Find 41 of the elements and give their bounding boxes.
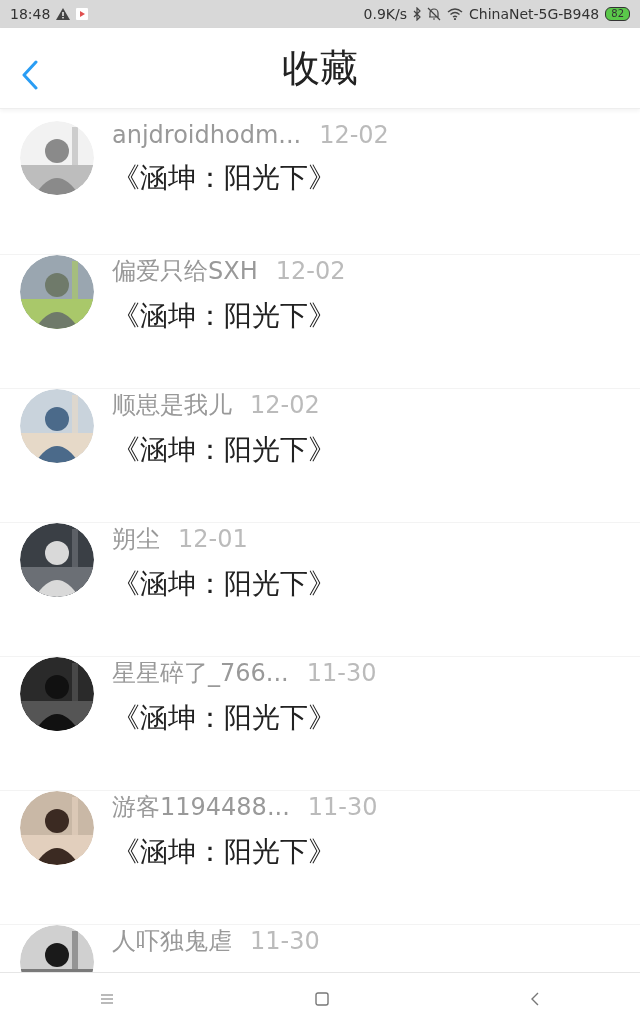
favorite-item[interactable]: 偏爱只给SXH 12-02 《涵坤：阳光下》 [0,255,640,389]
user-name: 游客1194488... [112,792,290,823]
date: 11-30 [250,927,320,955]
favorite-item[interactable]: 朔尘 12-01 《涵坤：阳光下》 [0,523,640,657]
story-title: 《涵坤：阳光下》 [112,700,337,736]
story-title: 《涵坤：阳光下》 [112,298,337,334]
user-name: 星星碎了_766... [112,658,289,689]
user-name: 人吓独鬼虐 [112,926,232,957]
wifi-icon [447,8,463,20]
network-name: ChinaNet-5G-B948 [469,6,600,22]
date: 12-01 [178,525,248,553]
user-name: anjdroidhodm... [112,121,302,149]
date: 12-02 [319,121,389,149]
story-title: 《涵坤：阳光下》 [112,566,336,602]
favorite-item[interactable]: 星星碎了_766... 11-30 《涵坤：阳光下》 [0,657,640,791]
story-title: 《涵坤：阳光下》 [112,834,337,870]
menu-icon[interactable] [100,992,115,1005]
home-icon[interactable] [315,991,329,1006]
network-speed: 0.9K/s [363,6,407,22]
warning-icon [56,8,71,20]
clock: 18:48 [10,6,51,22]
user-name: 顺崽是我儿 [112,390,232,421]
back-icon[interactable] [529,991,540,1006]
bluetooth-icon [413,7,421,21]
back-icon [22,60,38,90]
app-notification-icon [76,8,89,20]
user-name: 偏爱只给SXH [112,256,258,287]
page-title: 收藏 [282,44,358,92]
back-button[interactable] [20,58,40,92]
favorite-item[interactable]: anjdroidhodm... 12-02 《涵坤：阳光下》 [0,121,640,255]
battery-indicator: 82 [605,7,630,21]
story-title: 《涵坤：阳光下》 [112,432,336,468]
date: 11-30 [306,659,377,687]
favorite-item[interactable]: 顺崽是我儿 12-02 《涵坤：阳光下》 [0,389,640,523]
story-title: 《涵坤：阳光下》 [112,160,337,196]
user-name: 朔尘 [112,524,160,555]
date: 12-02 [250,391,320,419]
bell-off-icon [427,7,441,21]
date: 12-02 [275,257,346,285]
favorite-item[interactable]: 游客1194488... 11-30 《涵坤：阳光下》 [0,791,640,925]
date: 11-30 [307,793,378,821]
